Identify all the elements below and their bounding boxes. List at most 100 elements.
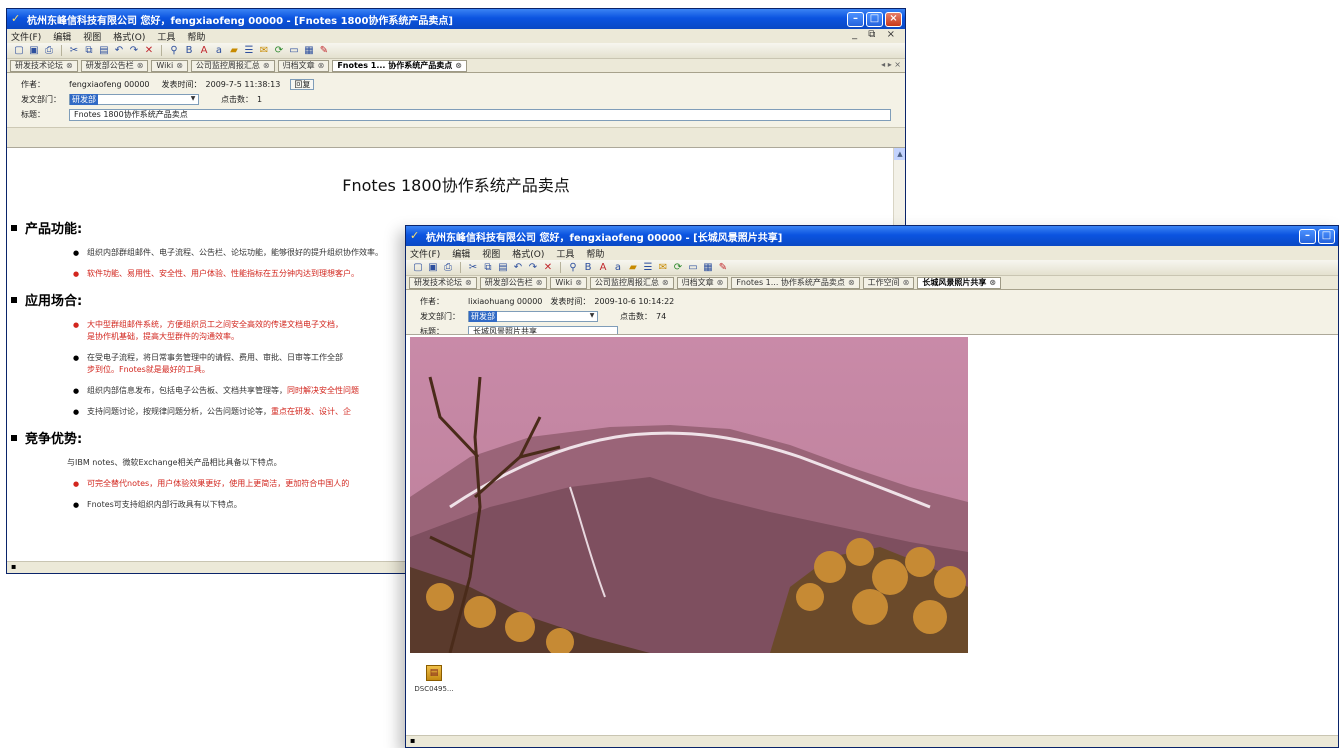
- delete-icon[interactable]: ✕: [542, 262, 554, 274]
- paste-icon[interactable]: ▤: [98, 45, 110, 57]
- reply-button[interactable]: 回复: [290, 79, 315, 90]
- refresh-icon[interactable]: ⟳: [273, 45, 285, 57]
- tab-close-icon[interactable]: ⊗: [318, 61, 325, 70]
- tab-close-icon[interactable]: ⊗: [717, 278, 724, 287]
- tab-close-icon[interactable]: ⊗: [662, 278, 669, 287]
- menu-file[interactable]: 文件(F): [410, 247, 440, 260]
- layout-icon[interactable]: ▦: [702, 262, 714, 274]
- outline-icon[interactable]: ☰: [642, 262, 654, 274]
- tab-wiki[interactable]: Wiki ⊗: [151, 59, 188, 72]
- mdi-controls[interactable]: _ ⧉ ×: [852, 29, 899, 40]
- tab-close-icon[interactable]: ⊗: [989, 278, 996, 287]
- refresh-icon[interactable]: ⟳: [672, 262, 684, 274]
- maximize-button[interactable]: □: [866, 11, 883, 27]
- tab-close-icon[interactable]: ⊗: [848, 278, 855, 287]
- menu-edit[interactable]: 编辑: [452, 247, 470, 260]
- print-icon[interactable]: ⎙: [442, 262, 454, 274]
- tab-close-icon[interactable]: ⊗: [575, 278, 582, 287]
- tab-product-features[interactable]: Fnotes 1... 协作系统产品卖点 ⊗: [332, 59, 467, 72]
- new-doc-icon[interactable]: ▢: [412, 262, 424, 274]
- window-icon[interactable]: ▭: [687, 262, 699, 274]
- save-icon[interactable]: ▣: [427, 262, 439, 274]
- subject-label: 标题：: [21, 110, 45, 119]
- menu-format[interactable]: 格式(O): [512, 247, 544, 260]
- redo-icon[interactable]: ↷: [527, 262, 539, 274]
- undo-icon[interactable]: ↶: [113, 45, 125, 57]
- bold-icon[interactable]: B: [183, 45, 195, 57]
- attachment[interactable]: ▤ DSC0495...: [412, 665, 456, 693]
- menu-view[interactable]: 视图: [482, 247, 500, 260]
- cut-icon[interactable]: ✂: [68, 45, 80, 57]
- tab-close-icon[interactable]: ⊗: [536, 278, 543, 287]
- copy-icon[interactable]: ⧉: [482, 262, 494, 274]
- redo-icon[interactable]: ↷: [128, 45, 140, 57]
- maximize-button[interactable]: □: [1318, 228, 1335, 244]
- tab-archive[interactable]: 归档文章 ⊗: [277, 59, 330, 72]
- tab-close-icon[interactable]: ⊗: [465, 278, 472, 287]
- minimize-button[interactable]: –: [847, 11, 864, 27]
- menu-edit[interactable]: 编辑: [53, 30, 71, 43]
- font-color-icon[interactable]: A: [597, 262, 609, 274]
- file-attachment-icon[interactable]: ▤: [426, 665, 442, 681]
- settings-icon[interactable]: ✎: [318, 45, 330, 57]
- settings-icon[interactable]: ✎: [717, 262, 729, 274]
- tab-greatwall-photos[interactable]: 长城风景照片共享 ⊗: [917, 276, 1002, 289]
- tab-product-features[interactable]: Fnotes 1... 协作系统产品卖点 ⊗: [731, 276, 860, 289]
- minimize-button[interactable]: –: [1299, 228, 1316, 244]
- chevron-down-icon[interactable]: ▼: [587, 312, 597, 321]
- tab-dev-bulletin[interactable]: 研发部公告栏 ⊗: [479, 276, 548, 289]
- dept-select[interactable]: 研发部 ▼: [468, 311, 598, 322]
- menu-help[interactable]: 帮助: [586, 247, 604, 260]
- tab-close-icon[interactable]: ⊗: [176, 61, 183, 70]
- print-icon[interactable]: ⎙: [43, 45, 55, 57]
- scroll-up-icon[interactable]: ▲: [894, 148, 905, 160]
- font-size-icon[interactable]: a: [213, 45, 225, 57]
- layout-icon[interactable]: ▦: [303, 45, 315, 57]
- tab-dev-forum[interactable]: 研发技术论坛 ⊗: [409, 276, 477, 289]
- find-icon[interactable]: ⚲: [567, 262, 579, 274]
- tab-close-icon[interactable]: ⊗: [263, 61, 270, 70]
- font-size-icon[interactable]: a: [612, 262, 624, 274]
- tab-dev-bulletin[interactable]: 研发部公告栏 ⊗: [80, 59, 149, 72]
- bold-icon[interactable]: B: [582, 262, 594, 274]
- menu-tools[interactable]: 工具: [157, 30, 175, 43]
- window-icon[interactable]: ▭: [288, 45, 300, 57]
- tab-archive[interactable]: 归档文章 ⊗: [676, 276, 729, 289]
- tab-close-icon[interactable]: ⊗: [66, 61, 73, 70]
- mail-icon[interactable]: ✉: [657, 262, 669, 274]
- menu-help[interactable]: 帮助: [187, 30, 205, 43]
- save-icon[interactable]: ▣: [28, 45, 40, 57]
- tab-workspace[interactable]: 工作空间 ⊗: [862, 276, 915, 289]
- title-bar[interactable]: ✓ 杭州东峰信科技有限公司 您好，fengxiaofeng 00000 - [F…: [7, 9, 905, 29]
- chevron-down-icon[interactable]: ▼: [188, 95, 198, 104]
- undo-icon[interactable]: ↶: [512, 262, 524, 274]
- tab-close-icon[interactable]: ⊗: [137, 61, 144, 70]
- tab-close-icon[interactable]: ⊗: [455, 61, 462, 70]
- new-doc-icon[interactable]: ▢: [13, 45, 25, 57]
- subject-field[interactable]: Fnotes 1800协作系统产品卖点: [69, 108, 891, 121]
- menu-file[interactable]: 文件(F): [11, 30, 41, 43]
- tab-weekly-report[interactable]: 公司监控周报汇总 ⊗: [589, 276, 674, 289]
- folder-icon[interactable]: ▰: [228, 45, 240, 57]
- title-bar[interactable]: ✓ 杭州东峰信科技有限公司 您好，fengxiaofeng 00000 - [长…: [406, 226, 1338, 246]
- menu-tools[interactable]: 工具: [556, 247, 574, 260]
- menu-format[interactable]: 格式(O): [113, 30, 145, 43]
- tab-scroll-arrows[interactable]: ◂ ▸ ×: [881, 60, 901, 69]
- paste-icon[interactable]: ▤: [497, 262, 509, 274]
- cut-icon[interactable]: ✂: [467, 262, 479, 274]
- menu-view[interactable]: 视图: [83, 30, 101, 43]
- close-button[interactable]: ×: [885, 11, 902, 27]
- tab-close-icon[interactable]: ⊗: [903, 278, 910, 287]
- mail-icon[interactable]: ✉: [258, 45, 270, 57]
- font-color-icon[interactable]: A: [198, 45, 210, 57]
- copy-icon[interactable]: ⧉: [83, 45, 95, 57]
- outline-icon[interactable]: ☰: [243, 45, 255, 57]
- delete-icon[interactable]: ✕: [143, 45, 155, 57]
- author-value: fengxiaofeng 00000: [69, 80, 150, 89]
- tab-wiki[interactable]: Wiki ⊗: [550, 276, 587, 289]
- dept-select[interactable]: 研发部 ▼: [69, 94, 199, 105]
- tab-dev-forum[interactable]: 研发技术论坛 ⊗: [10, 59, 78, 72]
- folder-icon[interactable]: ▰: [627, 262, 639, 274]
- tab-weekly-report[interactable]: 公司监控周报汇总 ⊗: [190, 59, 275, 72]
- find-icon[interactable]: ⚲: [168, 45, 180, 57]
